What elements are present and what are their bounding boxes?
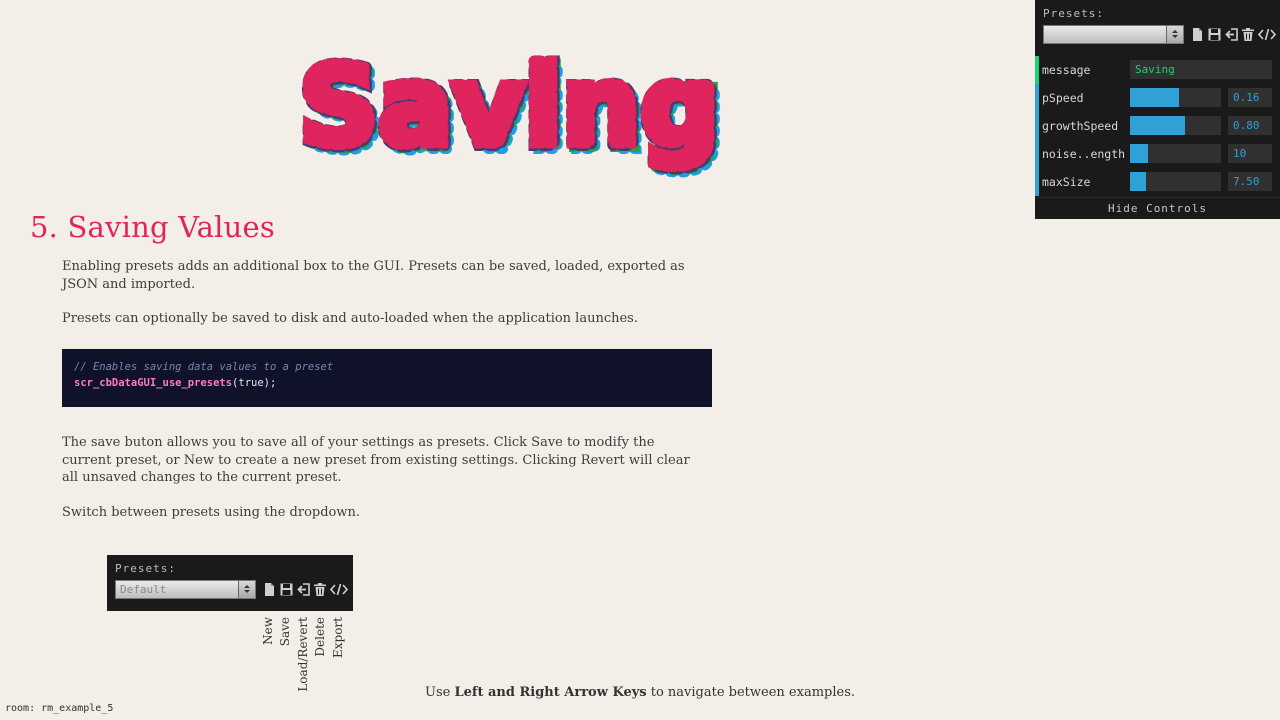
delete-icon[interactable] — [1241, 26, 1255, 42]
control-row-growthspeed: growthSpeed 0.80 — [1035, 112, 1280, 140]
presets-label: Presets: — [1043, 7, 1104, 20]
slider-fill — [1130, 88, 1180, 107]
control-label: noise..ength — [1042, 147, 1126, 161]
example-preset-dropdown-value: Default — [120, 583, 167, 596]
preset-toolbar — [1190, 26, 1276, 42]
hide-controls-button[interactable]: Hide Controls — [1035, 197, 1280, 220]
annotation-save: Save — [278, 617, 292, 647]
revert-icon[interactable] — [296, 581, 310, 597]
example-preset-dropdown[interactable]: Default — [115, 580, 256, 599]
annotation-export: Export — [331, 617, 345, 658]
save-icon[interactable] — [1207, 26, 1221, 42]
code-function: scr_cbDataGUI_use_presets — [74, 377, 233, 389]
dropdown-arrow-icon — [1166, 26, 1183, 43]
dropdown-arrow-icon — [238, 581, 255, 598]
save-paragraph: The save buton allows you to save all of… — [62, 435, 690, 485]
room-name: room: rm_example_5 — [5, 703, 114, 714]
gui-panel: Presets: message Saving pSpeed 0.16 grow… — [1035, 0, 1280, 219]
annotation-load-revert: Load/Revert — [296, 617, 310, 692]
annotation-delete: Delete — [313, 617, 327, 657]
example-presets-box: Presets: Default — [107, 555, 353, 611]
preset-dropdown[interactable] — [1043, 25, 1184, 44]
control-label: pSpeed — [1042, 91, 1084, 105]
new-icon[interactable] — [262, 581, 276, 597]
saving-hero-graphic: Saving Saving Saving Saving — [294, 45, 729, 180]
noise-length-slider[interactable] — [1130, 144, 1221, 163]
maxsize-slider[interactable] — [1130, 172, 1221, 191]
slider-fill — [1130, 144, 1149, 163]
control-label: growthSpeed — [1042, 119, 1119, 133]
hint-prefix: Use — [424, 685, 455, 700]
code-comment: // Enables saving data values to a prese… — [74, 361, 334, 373]
control-row-noise-length: noise..ength 10 — [1035, 140, 1280, 168]
svg-text:Saving: Saving — [299, 45, 719, 170]
control-label: message — [1042, 63, 1091, 77]
pspeed-number-input[interactable]: 0.16 — [1228, 88, 1272, 107]
control-row-pspeed: pSpeed 0.16 — [1035, 84, 1280, 112]
code-block: // Enables saving data values to a prese… — [62, 349, 712, 407]
code-args: (true); — [232, 377, 277, 389]
example-presets-label: Presets: — [115, 562, 176, 575]
intro-paragraph: Enabling presets adds an additional box … — [62, 259, 685, 292]
delete-icon[interactable] — [313, 581, 327, 597]
slider-fill — [1130, 172, 1147, 191]
control-row-message: message Saving — [1035, 56, 1280, 84]
page-title: 5. Saving Values — [30, 210, 275, 244]
navigation-hint: Use Left and Right Arrow Keys to navigat… — [0, 685, 1280, 700]
export-icon[interactable] — [330, 581, 348, 597]
control-row-maxsize: maxSize 7.50 — [1035, 168, 1280, 196]
control-label: maxSize — [1042, 175, 1091, 189]
pspeed-slider[interactable] — [1130, 88, 1221, 107]
slider-fill — [1130, 116, 1185, 135]
hint-suffix: to navigate between examples. — [646, 685, 856, 700]
maxsize-number-input[interactable]: 7.50 — [1228, 172, 1272, 191]
annotation-new: New — [261, 617, 275, 645]
example-preset-toolbar — [262, 581, 348, 597]
growthspeed-number-input[interactable]: 0.80 — [1228, 116, 1272, 135]
dropdown-paragraph: Switch between presets using the dropdow… — [62, 505, 360, 520]
hint-keys: Left and Right Arrow Keys — [454, 685, 647, 700]
disk-paragraph: Presets can optionally be saved to disk … — [62, 311, 638, 326]
new-icon[interactable] — [1190, 26, 1204, 42]
growthspeed-slider[interactable] — [1130, 116, 1221, 135]
revert-icon[interactable] — [1224, 26, 1238, 42]
message-text-input[interactable]: Saving — [1130, 60, 1272, 79]
save-icon[interactable] — [279, 581, 293, 597]
export-icon[interactable] — [1258, 26, 1276, 42]
noise-length-number-input[interactable]: 10 — [1228, 144, 1272, 163]
